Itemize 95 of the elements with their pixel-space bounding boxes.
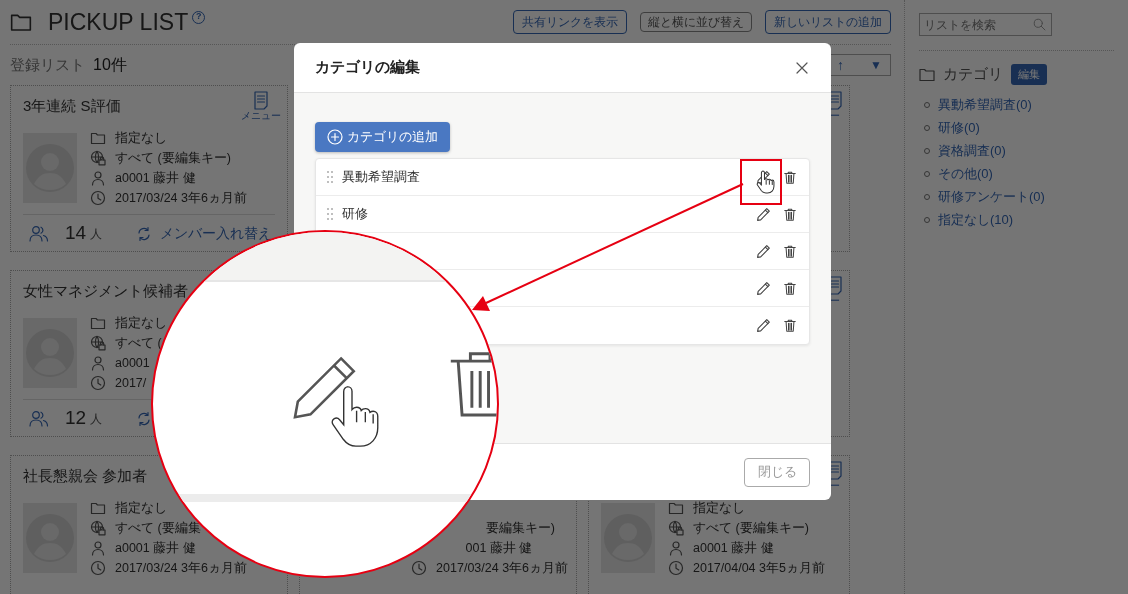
info-text: a0001 藤井 健 (115, 539, 196, 557)
category-name: 異動希望調査 (342, 168, 420, 187)
globe-icon (668, 520, 684, 536)
add-category-button[interactable]: カテゴリの追加 (315, 122, 450, 152)
people-icon (29, 224, 49, 243)
category-link[interactable]: 資格調査(0) (938, 141, 1006, 161)
trash-icon[interactable] (783, 206, 797, 222)
modal-title: カテゴリの編集 (315, 57, 420, 78)
toolbar-button[interactable]: 縦と横に並び替え (640, 12, 752, 32)
menu-button[interactable]: ー (827, 276, 843, 306)
pointer-hand-icon (756, 169, 778, 196)
swap-icon (136, 410, 153, 427)
folder-icon (668, 500, 684, 516)
globe-icon (90, 335, 106, 351)
grip-icon (326, 207, 334, 221)
pointer-hand-icon (331, 385, 379, 447)
pencil-icon[interactable] (756, 206, 771, 222)
category-link[interactable]: 研修(0) (938, 118, 980, 138)
highlight-frame (740, 159, 782, 205)
person-icon (90, 170, 106, 186)
clock-icon (411, 560, 428, 576)
member-unit: 人 (90, 410, 103, 428)
clock-icon (668, 560, 684, 576)
people-icon (29, 409, 49, 428)
trash-icon[interactable] (783, 280, 797, 296)
close-button[interactable]: 閉じる (744, 457, 810, 487)
info-text: a0001 藤井 健 (693, 539, 774, 557)
person-icon (668, 540, 684, 556)
info-text: 2017/03/24 3年6ヵ月前 (115, 189, 247, 207)
menu-button[interactable]: ー (827, 461, 843, 491)
category-link[interactable]: 異動希望調査(0) (938, 95, 1032, 115)
card-title: 女性マネジメント候補者 (23, 280, 188, 301)
card-title: 社長懇親会 参加者 (23, 465, 148, 486)
clock-icon (90, 190, 106, 206)
menu-button[interactable]: ー (827, 91, 843, 121)
trash-icon[interactable] (783, 243, 797, 259)
member-count: 14 (65, 221, 87, 246)
category-name: 研修 (342, 205, 368, 224)
document-icon (253, 91, 269, 110)
member-count: 12 (65, 406, 87, 431)
globe-icon (90, 150, 106, 166)
info-text: 指定なし (115, 499, 167, 517)
trash-icon[interactable] (783, 318, 797, 333)
info-text: 2017/03/24 3年6ヵ月前 (115, 559, 247, 577)
folder-icon (90, 500, 106, 516)
clock-icon (90, 560, 106, 576)
category-link[interactable]: 指定なし(10) (938, 210, 1014, 230)
plus-circle-icon (327, 129, 343, 145)
member-unit: 人 (90, 225, 103, 243)
folder-icon (90, 130, 106, 146)
list-count-label: 登録リスト (10, 54, 85, 75)
info-text: 2017/ (115, 374, 147, 392)
trash-icon (449, 352, 497, 417)
toolbar-button[interactable]: 新しいリストの追加 (765, 10, 891, 34)
caret-icon: ▼ (870, 56, 882, 74)
info-text: 指定なし (115, 314, 167, 332)
close-icon (796, 61, 808, 74)
info-text: すべて (要編集キー) (693, 519, 809, 537)
globe-icon (90, 520, 106, 536)
folder-icon (90, 315, 106, 331)
person-icon (90, 540, 106, 556)
toolbar-button[interactable]: 共有リンクを表示 (513, 10, 627, 34)
swap-members-link[interactable]: メンバー入れ替え (160, 223, 273, 244)
info-text: a0001 (115, 354, 150, 372)
pencil-icon (293, 356, 356, 419)
edit-button[interactable]: 編集 (1011, 64, 1047, 85)
category-link[interactable]: その他(0) (938, 164, 993, 184)
info-text: 2017/04/04 3年5ヵ月前 (693, 559, 825, 577)
info-text: すべて (要編集キー) (115, 149, 231, 167)
info-text: すべて (要編集 (115, 519, 201, 537)
category-link[interactable]: 研修アンケート(0) (938, 187, 1045, 207)
pencil-icon[interactable] (756, 318, 771, 333)
grip-icon (326, 170, 334, 184)
info-text: a0001 藤井 健 (115, 169, 196, 187)
info-text: 001 藤井 健 (465, 539, 533, 557)
person-icon (90, 355, 106, 371)
menu-button[interactable]: メニュー (241, 91, 281, 121)
folder-icon (919, 66, 935, 82)
info-text: 指定なし (115, 129, 167, 147)
pencil-icon[interactable] (756, 280, 771, 296)
card-title: 3年連続 S評価 (23, 95, 121, 116)
list-count: 10件 (93, 55, 127, 75)
pencil-icon[interactable] (756, 243, 771, 259)
category-heading: カテゴリ (943, 64, 1003, 84)
swap-icon (136, 225, 153, 242)
trash-icon[interactable] (783, 169, 797, 185)
folder-icon (10, 12, 32, 32)
search-icon (1033, 18, 1046, 31)
pencil-icon[interactable] (756, 169, 771, 185)
info-text: 要編集キー) (485, 519, 555, 537)
page-title: PICKUP LIST (48, 7, 189, 37)
sort-arrow: ↑ (837, 55, 845, 75)
info-text: 2017/03/24 3年6ヵ月前 (436, 559, 569, 577)
clock-icon (90, 375, 106, 391)
info-text: 指定なし (693, 499, 745, 517)
